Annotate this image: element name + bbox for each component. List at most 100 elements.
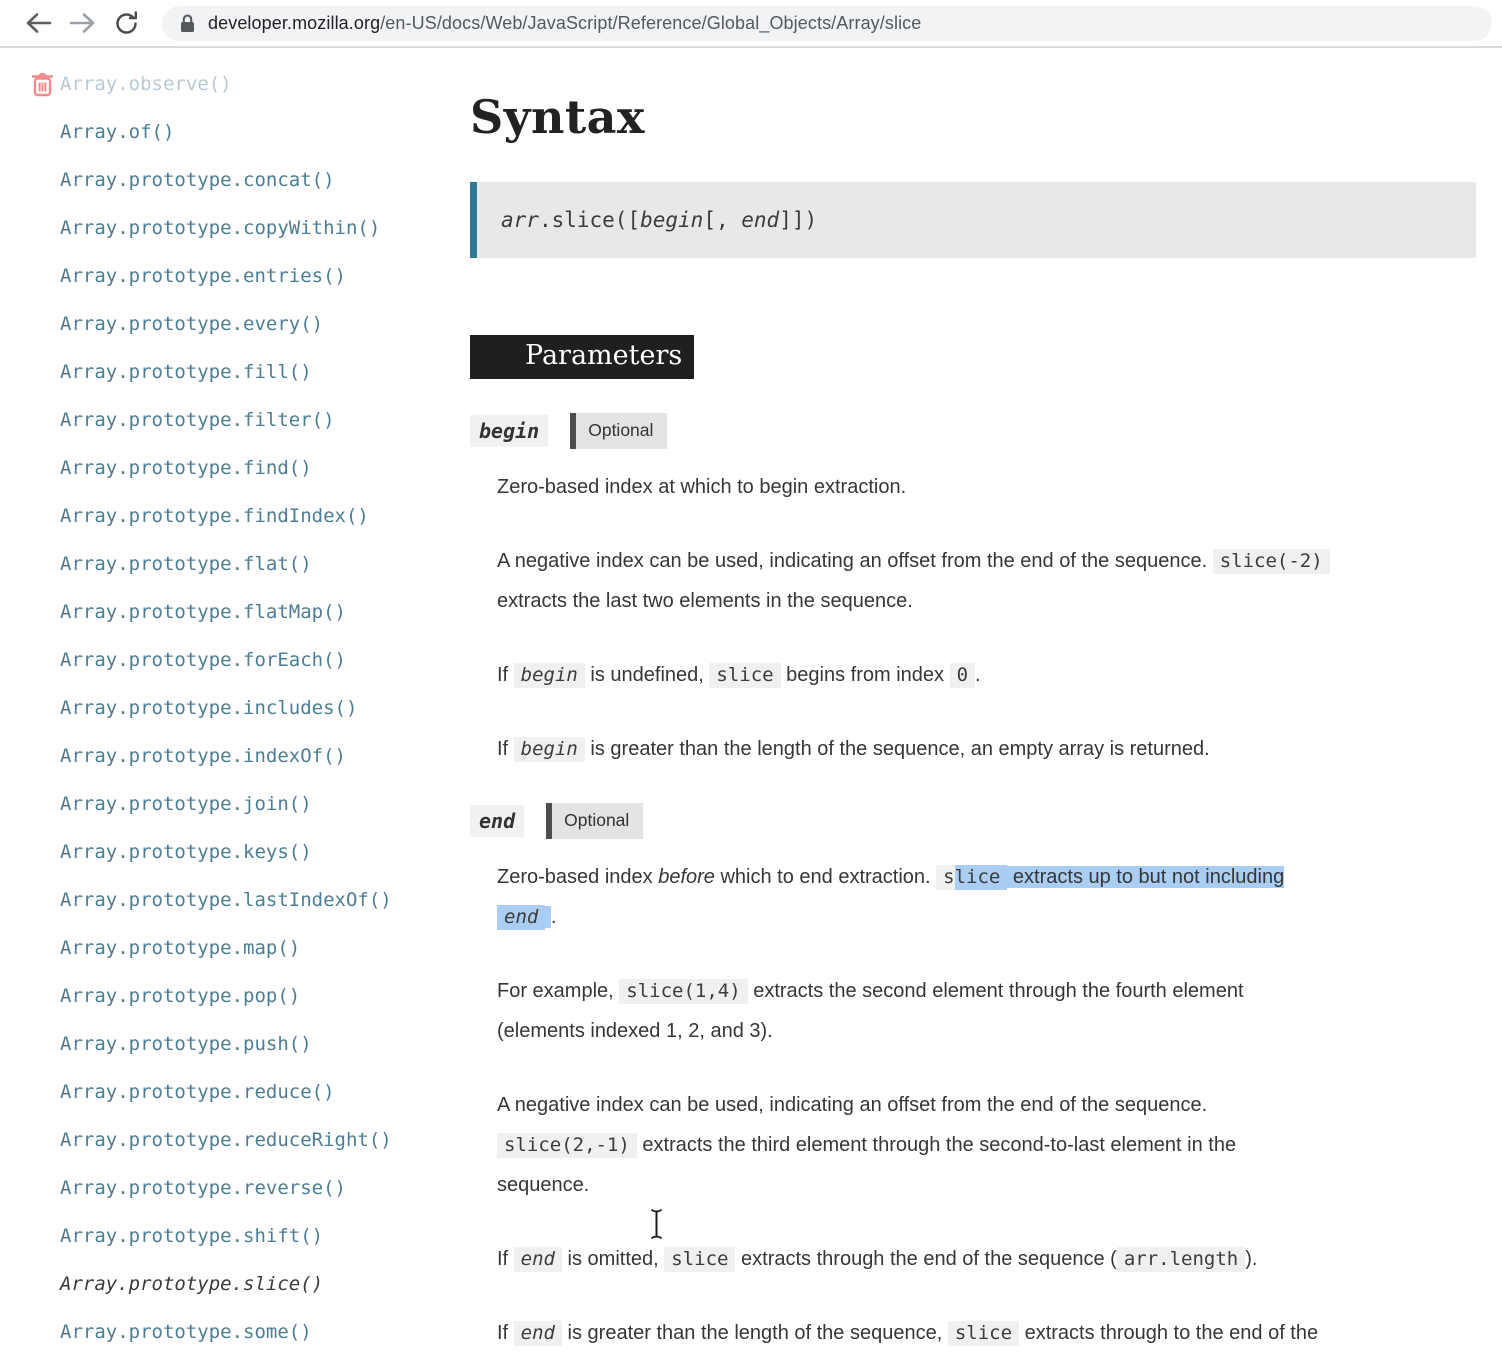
text-segment: extracts the second element through the … bbox=[748, 980, 1244, 1002]
sidebar-item-array-prototype-flatmap[interactable]: Array.prototype.flatMap() bbox=[0, 588, 460, 636]
text-segment: For example, bbox=[497, 980, 619, 1002]
sidebar-item-label: Array.prototype.forEach() bbox=[60, 649, 346, 671]
text-segment: If bbox=[497, 1248, 514, 1270]
sidebar-item-label: Array.prototype.reduce() bbox=[60, 1081, 335, 1103]
sidebar-item-label: Array.prototype.find() bbox=[60, 457, 312, 479]
forward-button[interactable] bbox=[60, 5, 104, 41]
sidebar-item-array-prototype-concat[interactable]: Array.prototype.concat() bbox=[0, 156, 460, 204]
sidebar-item-label: Array.prototype.some() bbox=[60, 1321, 312, 1343]
sidebar-item-label: Array.prototype.filter() bbox=[60, 409, 335, 431]
text-segment: . bbox=[551, 906, 557, 928]
sidebar-item-label: Array.prototype.flatMap() bbox=[60, 601, 346, 623]
paragraph: Zero-based index at which to begin extra… bbox=[497, 467, 1476, 507]
text-segment: [, bbox=[703, 208, 741, 232]
text-segment: . bbox=[975, 664, 981, 686]
text-segment: extracts the last two elements in the se… bbox=[497, 590, 913, 612]
sidebar-item-label: Array.prototype.lastIndexOf() bbox=[60, 889, 392, 911]
sidebar-item-array-prototype-join[interactable]: Array.prototype.join() bbox=[0, 780, 460, 828]
lock-icon[interactable] bbox=[180, 14, 195, 33]
sidebar-item-label: Array.prototype.includes() bbox=[60, 697, 357, 719]
text-segment: is greater than the length of the sequen… bbox=[562, 1322, 948, 1344]
sidebar-item-array-of[interactable]: Array.of() bbox=[0, 108, 460, 156]
paragraph: A negative index can be used, indicating… bbox=[497, 1085, 1476, 1205]
sidebar-item-label: Array.prototype.pop() bbox=[60, 985, 300, 1007]
text-segment: Zero-based index at which to begin extra… bbox=[497, 476, 906, 498]
inline-code: end bbox=[514, 1247, 562, 1272]
sidebar-list: Array.observe()Array.of() Array.prototype… bbox=[0, 60, 460, 1352]
sidebar: Array.observe()Array.of() Array.prototype… bbox=[0, 48, 460, 1352]
text-segment: which to end extraction. bbox=[715, 866, 936, 888]
sidebar-item-array-prototype-some[interactable]: Array.prototype.some() bbox=[0, 1308, 460, 1352]
sidebar-item-array-prototype-foreach[interactable]: Array.prototype.forEach() bbox=[0, 636, 460, 684]
sidebar-item-array-prototype-keys[interactable]: Array.prototype.keys() bbox=[0, 828, 460, 876]
article-content: Syntax arr.slice([begin[, end]]) Paramet… bbox=[460, 48, 1502, 1352]
text-segment: extracts through the end of the sequence… bbox=[735, 1248, 1116, 1270]
sidebar-item-array-prototype-entries[interactable]: Array.prototype.entries() bbox=[0, 252, 460, 300]
sidebar-item-label: Array.prototype.fill() bbox=[60, 361, 312, 383]
sidebar-item-array-prototype-fill[interactable]: Array.prototype.fill() bbox=[0, 348, 460, 396]
inline-code: end bbox=[497, 905, 545, 930]
sidebar-item-label: Array.prototype.keys() bbox=[60, 841, 312, 863]
inline-code: begin bbox=[514, 663, 585, 688]
sidebar-item-array-prototype-reduceright[interactable]: Array.prototype.reduceRight() bbox=[0, 1116, 460, 1164]
text-segment: begins from index bbox=[781, 664, 950, 686]
sidebar-item-array-prototype-includes[interactable]: Array.prototype.includes() bbox=[0, 684, 460, 732]
begin-param-code: begin bbox=[470, 415, 548, 447]
back-arrow-icon bbox=[25, 12, 52, 34]
text-segment: (elements indexed 1, 2, and 3). bbox=[497, 1020, 773, 1042]
text-segment: extracts up to but not including bbox=[1007, 866, 1284, 888]
sidebar-item-label: Array.prototype.findIndex() bbox=[60, 505, 369, 527]
inline-code: 0 bbox=[950, 663, 975, 688]
inline-code: slice(1,4) bbox=[619, 979, 747, 1004]
trash-icon bbox=[31, 71, 54, 97]
inline-code: slice(-2) bbox=[1213, 549, 1330, 574]
inline-code: arr.length bbox=[1117, 1247, 1245, 1272]
sidebar-item-array-prototype-lastindexof[interactable]: Array.prototype.lastIndexOf() bbox=[0, 876, 460, 924]
text-segment: is greater than the length of the sequen… bbox=[585, 738, 1210, 760]
text-segment: .slice([ bbox=[539, 208, 640, 232]
end-param-description: Zero-based index before which to end ext… bbox=[497, 857, 1476, 1352]
parameters-heading: Parameters bbox=[470, 335, 694, 379]
sidebar-item-array-prototype-shift[interactable]: Array.prototype.shift() bbox=[0, 1212, 460, 1260]
reload-icon bbox=[114, 11, 139, 36]
sidebar-item-array-prototype-reduce[interactable]: Array.prototype.reduce() bbox=[0, 1068, 460, 1116]
sidebar-item-label: Array.prototype.indexOf() bbox=[60, 745, 346, 767]
url-text: developer.mozilla.org/en-US/docs/Web/Jav… bbox=[208, 13, 921, 34]
sidebar-item-label: Array.prototype.flat() bbox=[60, 553, 312, 575]
text-segment: Zero-based index bbox=[497, 866, 658, 888]
sidebar-item-label: Array.prototype.push() bbox=[60, 1033, 312, 1055]
back-button[interactable] bbox=[16, 5, 60, 41]
text-segment: If bbox=[497, 1322, 514, 1344]
sidebar-item-array-prototype-pop[interactable]: Array.prototype.pop() bbox=[0, 972, 460, 1020]
param-term-end: end Optional bbox=[470, 803, 1476, 839]
text-segment: before bbox=[658, 866, 715, 888]
sidebar-item-array-prototype-findindex[interactable]: Array.prototype.findIndex() bbox=[0, 492, 460, 540]
url-bar[interactable]: developer.mozilla.org/en-US/docs/Web/Jav… bbox=[162, 6, 1492, 41]
sidebar-item-array-prototype-indexof[interactable]: Array.prototype.indexOf() bbox=[0, 732, 460, 780]
sidebar-item-label: Array.prototype.reverse() bbox=[60, 1177, 346, 1199]
paragraph: Zero-based index before which to end ext… bbox=[497, 857, 1476, 937]
sidebar-item-array-observe[interactable]: Array.observe() bbox=[0, 60, 460, 108]
inline-code: begin bbox=[514, 737, 585, 762]
sidebar-item-label: Array.prototype.every() bbox=[60, 313, 323, 335]
sidebar-item-array-prototype-map[interactable]: Array.prototype.map() bbox=[0, 924, 460, 972]
sidebar-item-array-prototype-every[interactable]: Array.prototype.every() bbox=[0, 300, 460, 348]
sidebar-item-array-prototype-filter[interactable]: Array.prototype.filter() bbox=[0, 396, 460, 444]
end-param-code: end bbox=[470, 805, 524, 837]
browser-window: developer.mozilla.org/en-US/docs/Web/Jav… bbox=[0, 0, 1502, 1352]
text-segment: arr bbox=[501, 208, 539, 232]
forward-arrow-icon bbox=[69, 12, 96, 34]
sidebar-item-label: Array.prototype.concat() bbox=[60, 169, 335, 191]
sidebar-item-array-prototype-push[interactable]: Array.prototype.push() bbox=[0, 1020, 460, 1068]
sidebar-item-array-prototype-reverse[interactable]: Array.prototype.reverse() bbox=[0, 1164, 460, 1212]
sidebar-item-label: Array.prototype.map() bbox=[60, 937, 300, 959]
sidebar-item-array-prototype-slice[interactable]: Array.prototype.slice() bbox=[0, 1260, 460, 1308]
begin-param-description: Zero-based index at which to begin extra… bbox=[497, 467, 1476, 769]
text-segment: begin bbox=[640, 208, 703, 232]
sidebar-item-array-prototype-copywithin[interactable]: Array.prototype.copyWithin() bbox=[0, 204, 460, 252]
url-path: /en-US/docs/Web/JavaScript/Reference/Glo… bbox=[380, 13, 921, 33]
reload-button[interactable] bbox=[104, 5, 148, 41]
text-segment: end bbox=[741, 208, 779, 232]
sidebar-item-array-prototype-find[interactable]: Array.prototype.find() bbox=[0, 444, 460, 492]
sidebar-item-array-prototype-flat[interactable]: Array.prototype.flat() bbox=[0, 540, 460, 588]
